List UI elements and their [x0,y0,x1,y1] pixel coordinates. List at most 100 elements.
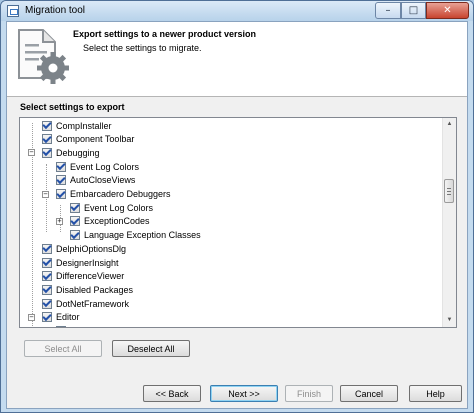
tree-vertical-scrollbar[interactable]: ▲ ▼ [442,118,456,327]
collapse-icon[interactable]: − [28,149,35,157]
tree-item[interactable]: DesignerInsight [42,256,119,269]
select-all-button[interactable]: Select All [24,340,102,357]
check-mark-icon [42,297,52,308]
check-mark-icon [42,270,52,280]
window-title: Migration tool [25,5,86,16]
collapse-icon[interactable]: − [42,190,49,198]
tree-item-label: ExceptionCodes [84,216,150,227]
tree-item-checkbox[interactable] [56,174,66,186]
wizard-client-area: Export settings to a newer product versi… [6,21,468,409]
document-gear-icon [18,29,69,84]
tree-item-checkbox[interactable] [70,215,80,227]
app-icon [7,5,19,17]
tree-item-label: DotNetFramework [56,298,130,309]
check-mark-icon [70,202,80,212]
collapse-icon[interactable]: − [28,313,35,321]
tree-item-label: Component Toolbar [56,134,135,145]
tree-item-label: DelphiOptionsDlg [56,243,127,254]
minimize-button[interactable]: – [375,2,401,19]
tree-item-label: Language Exception Classes [84,230,201,241]
tree-item[interactable]: DifferenceViewer [42,270,124,283]
tree-item-checkbox[interactable] [56,325,66,327]
tree-item-checkbox[interactable] [42,270,52,282]
tree-item[interactable]: − Debugging [28,146,100,159]
grip-line [447,194,451,195]
cancel-button[interactable]: Cancel [340,385,398,402]
tree-item-label: AutoCloseViews [70,175,136,186]
grip-line [447,191,451,192]
grip-line [447,188,451,189]
check-mark-icon [70,215,80,225]
tree-item-label: Disabled Packages [56,284,134,295]
minimize-icon: – [385,5,391,16]
settings-tree[interactable]: CompInstaller Component Toolbar − Debugging… [19,117,457,328]
tree-item-checkbox[interactable] [42,119,52,131]
scroll-thumb[interactable] [444,179,454,203]
help-button[interactable]: Help [409,385,462,402]
tree-item-checkbox[interactable] [70,229,80,241]
tree-item-label: Embarcadero Debuggers [70,189,171,199]
tree-item-checkbox[interactable] [56,160,66,172]
tree-item[interactable]: DotNetFramework [42,297,129,310]
tree-item-checkbox[interactable] [42,133,52,145]
check-mark-icon [56,160,66,171]
tree-item-checkbox[interactable] [70,202,80,213]
tree-item[interactable]: Language Exception Classes [70,229,201,242]
tree-item-checkbox[interactable] [42,256,52,268]
deselect-all-button[interactable]: Deselect All [112,340,190,357]
tree-item-label: Editor [56,312,80,323]
header-title: Export settings to a newer product versi… [73,29,257,39]
tree-item[interactable]: Event Log Colors [56,160,139,173]
expand-icon[interactable]: + [56,217,63,225]
tree-item[interactable]: DelphiOptionsDlg [42,242,126,255]
tree-item[interactable]: Disabled Packages [42,283,133,296]
scroll-down-arrow-icon[interactable]: ▼ [443,314,456,327]
tree-item-label: CompInstaller [56,120,112,131]
scroll-up-arrow-icon[interactable]: ▲ [443,118,456,131]
maximize-icon: □ [408,5,419,16]
check-mark-icon [42,243,52,253]
back-button[interactable]: << Back [143,385,201,402]
maximize-button[interactable]: □ [401,2,426,19]
tree-item-checkbox[interactable] [42,284,52,295]
tree-item-label: Event Log Colors [70,161,140,172]
tree-item[interactable]: AutoCloseViews [56,174,135,187]
tree-guide-line [46,164,47,232]
tree-item-checkbox[interactable] [42,297,52,309]
tree-item-label: DifferenceViewer [56,271,125,282]
check-mark-icon [56,325,66,327]
next-button[interactable]: Next >> [210,385,278,402]
tree-item-label: DesignerInsight [56,257,119,268]
finish-button[interactable]: Finish [285,385,333,402]
tree-item[interactable]: CompInstaller [42,119,112,132]
tree-item[interactable]: + ExceptionCodes [56,215,150,228]
tree-item[interactable]: Event Log Colors [70,201,153,214]
header-subtitle: Select the settings to migrate. [83,43,202,53]
tree-item[interactable]: − Embarcadero Debuggers [42,188,171,201]
tree-item-label: Event Log Colors [84,202,154,213]
check-mark-icon [42,284,52,294]
tree-item-checkbox[interactable] [42,147,52,158]
check-mark-icon [56,174,66,184]
close-button[interactable]: ✕ [426,2,469,19]
tree-item-checkbox[interactable] [42,311,52,323]
tree-item[interactable]: Options [56,325,101,327]
check-mark-icon [42,147,52,157]
title-bar[interactable]: Migration tool – □ ✕ [1,1,473,21]
tree-item[interactable]: Component Toolbar [42,133,134,146]
check-mark-icon [70,229,80,239]
close-icon: ✕ [443,5,452,16]
tree-item-label: Options [70,326,101,327]
tree-item-label: Debugging [56,147,100,158]
tree-item-checkbox[interactable] [56,188,66,199]
check-mark-icon [42,311,52,321]
check-mark-icon [42,119,52,130]
tree-item-checkbox[interactable] [42,243,52,254]
check-mark-icon [56,188,66,198]
section-label: Select settings to export [20,102,125,112]
tree-item[interactable]: − Editor [28,311,80,324]
migration-tool-window: Migration tool – □ ✕ Export settings to … [0,0,474,413]
wizard-header: Export settings to a newer product versi… [7,22,467,97]
check-mark-icon [42,256,52,267]
check-mark-icon [42,133,52,143]
